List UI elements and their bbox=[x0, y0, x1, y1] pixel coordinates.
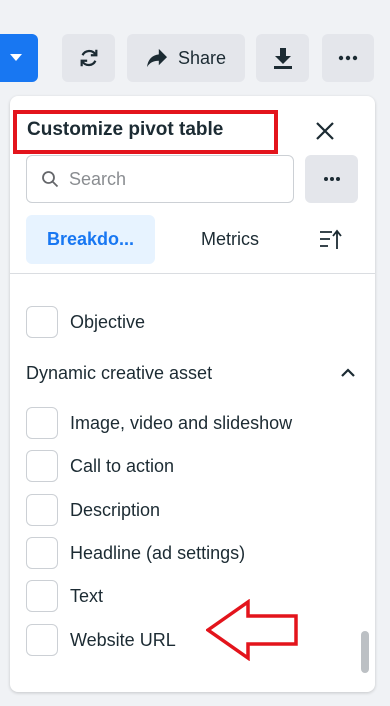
download-button[interactable] bbox=[256, 34, 309, 82]
divider bbox=[10, 273, 375, 274]
chevron-down-icon bbox=[10, 54, 22, 61]
sort-button[interactable] bbox=[315, 224, 347, 256]
red-arrow-annotation bbox=[206, 599, 298, 661]
more-horizontal-icon bbox=[338, 55, 358, 61]
checkbox[interactable] bbox=[26, 537, 58, 569]
list-item-label: Headline (ad settings) bbox=[70, 542, 246, 563]
customize-pivot-panel: Customize pivot table Breakdo... Metrics… bbox=[10, 96, 375, 692]
checkbox[interactable] bbox=[26, 407, 58, 439]
dropdown-button[interactable] bbox=[0, 34, 38, 82]
tab-breakdowns[interactable]: Breakdo... bbox=[26, 215, 155, 264]
search-input[interactable] bbox=[69, 168, 269, 190]
chevron-up-icon bbox=[341, 368, 355, 377]
list-item-label: Description bbox=[70, 499, 161, 520]
sort-icon bbox=[320, 229, 342, 249]
list-item-objective[interactable]: Objective bbox=[26, 306, 145, 338]
checkbox[interactable] bbox=[26, 624, 58, 656]
panel-title: Customize pivot table bbox=[27, 119, 224, 140]
list-item[interactable]: Website URL bbox=[26, 624, 176, 656]
checkbox[interactable] bbox=[26, 494, 58, 526]
search-more-button[interactable] bbox=[305, 155, 358, 203]
list-item[interactable]: Headline (ad settings) bbox=[26, 537, 245, 569]
share-label: Share bbox=[177, 47, 227, 68]
close-button[interactable] bbox=[310, 116, 340, 146]
list-item-label: Image, video and slideshow bbox=[70, 412, 293, 433]
share-button[interactable]: Share bbox=[127, 34, 245, 82]
list-item[interactable]: Image, video and slideshow bbox=[26, 407, 292, 439]
toolbar: Share bbox=[0, 0, 390, 92]
section-header-dynamic-creative-asset[interactable]: Dynamic creative asset bbox=[26, 358, 356, 388]
list-item[interactable]: Description bbox=[26, 494, 160, 526]
list-item[interactable]: Call to action bbox=[26, 450, 174, 482]
close-icon bbox=[316, 122, 334, 140]
download-icon bbox=[273, 48, 292, 69]
list-item-label: Text bbox=[70, 585, 104, 606]
list-item-label: Objective bbox=[70, 311, 146, 332]
tab-metrics[interactable]: Metrics bbox=[188, 215, 272, 264]
list-item-label: Website URL bbox=[70, 629, 176, 650]
checkbox[interactable] bbox=[26, 306, 58, 338]
scrollbar[interactable] bbox=[361, 631, 369, 673]
more-horizontal-icon bbox=[323, 177, 340, 181]
more-options-button[interactable] bbox=[322, 34, 374, 82]
refresh-icon bbox=[80, 49, 97, 67]
section-title: Dynamic creative asset bbox=[26, 362, 213, 383]
list-item[interactable]: Text bbox=[26, 580, 103, 612]
search-icon bbox=[42, 171, 59, 188]
share-arrow-icon bbox=[146, 48, 167, 68]
refresh-button[interactable] bbox=[62, 34, 115, 82]
list-item-label: Call to action bbox=[70, 455, 175, 476]
search-field[interactable] bbox=[26, 155, 294, 203]
checkbox[interactable] bbox=[26, 580, 58, 612]
checkbox[interactable] bbox=[26, 450, 58, 482]
